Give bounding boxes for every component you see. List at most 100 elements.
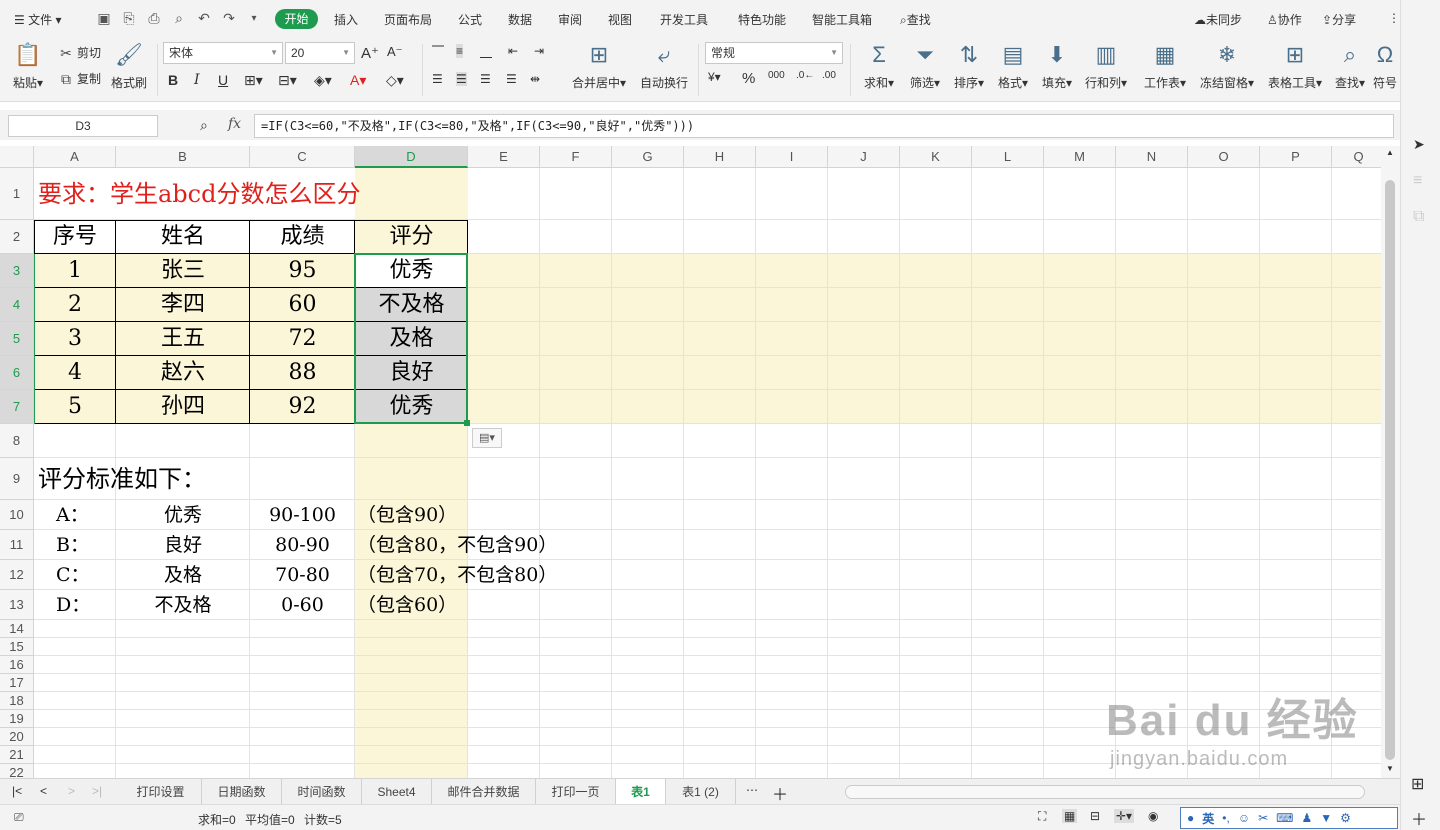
cell-f17[interactable] (540, 674, 612, 692)
row-header-16[interactable]: 16 (0, 656, 34, 674)
cell-l6[interactable] (972, 356, 1044, 390)
cell-k4[interactable] (900, 288, 972, 322)
cell-c20[interactable] (250, 728, 355, 746)
cell-k16[interactable] (900, 656, 972, 674)
cell-e19[interactable] (468, 710, 540, 728)
cell-i21[interactable] (756, 746, 828, 764)
cell-i4[interactable] (756, 288, 828, 322)
cell-j21[interactable] (828, 746, 900, 764)
cell-b14[interactable] (116, 620, 250, 638)
cut-button[interactable]: ✂ 剪切 (58, 44, 101, 61)
cell-d19[interactable] (355, 710, 468, 728)
cell-g4[interactable] (612, 288, 684, 322)
cell-l20[interactable] (972, 728, 1044, 746)
cell-q17[interactable] (1332, 674, 1381, 692)
cell-h7[interactable] (684, 390, 756, 424)
cell-m7[interactable] (1044, 390, 1116, 424)
cell-o14[interactable] (1188, 620, 1260, 638)
cell-h20[interactable] (684, 728, 756, 746)
cell-q21[interactable] (1332, 746, 1381, 764)
freeze-panes-button[interactable]: ❄ 冻结窗格▾ (1194, 42, 1260, 91)
tab-home[interactable]: 开始 (275, 9, 318, 29)
tab-insert[interactable]: 插入 (334, 11, 358, 28)
name-box[interactable]: D3 (8, 115, 158, 137)
cell-n17[interactable] (1116, 674, 1188, 692)
cell-f6[interactable] (540, 356, 612, 390)
settings-icon[interactable]: ⚙ (1340, 811, 1351, 825)
copy-button[interactable]: ⧉ 复制 (58, 70, 101, 87)
cell-a17[interactable] (34, 674, 116, 692)
cell-f3[interactable] (540, 254, 612, 288)
cell-h8[interactable] (684, 424, 756, 458)
cell-n10[interactable] (1116, 500, 1188, 530)
cell-p13[interactable] (1260, 590, 1332, 620)
add-panel-icon[interactable]: ＋ (1411, 806, 1427, 830)
justify-icon[interactable]: ☰ (506, 72, 517, 86)
customize-icon[interactable]: ▾ (245, 8, 263, 28)
cell-c15[interactable] (250, 638, 355, 656)
column-header-l[interactable]: L (972, 146, 1044, 168)
cell-n1[interactable] (1116, 168, 1188, 220)
cell-n7[interactable] (1116, 390, 1188, 424)
page-break-view-icon[interactable]: ⊟ (1090, 809, 1100, 823)
cell-h16[interactable] (684, 656, 756, 674)
cell-g15[interactable] (612, 638, 684, 656)
cell-q20[interactable] (1332, 728, 1381, 746)
cell-p10[interactable] (1260, 500, 1332, 530)
find-button[interactable]: ⌕ 查找▾ (1328, 42, 1372, 91)
cell-q11[interactable] (1332, 530, 1381, 560)
cell-k11[interactable] (900, 530, 972, 560)
cell-j9[interactable] (828, 458, 900, 500)
cell-d16[interactable] (355, 656, 468, 674)
cell-j7[interactable] (828, 390, 900, 424)
cell-n15[interactable] (1116, 638, 1188, 656)
cell-d15[interactable] (355, 638, 468, 656)
cell-i8[interactable] (756, 424, 828, 458)
cell-o22[interactable] (1188, 764, 1260, 778)
cell-i16[interactable] (756, 656, 828, 674)
cell-e21[interactable] (468, 746, 540, 764)
cell-d21[interactable] (355, 746, 468, 764)
zoom-formula-icon[interactable]: ⌕ (200, 117, 208, 134)
cell-q2[interactable] (1332, 220, 1381, 254)
sheet-tab[interactable]: 打印一页 (536, 779, 616, 805)
cell-o8[interactable] (1188, 424, 1260, 458)
row-header-6[interactable]: 6 (0, 356, 34, 390)
cell-l5[interactable] (972, 322, 1044, 356)
underline-icon[interactable]: U (218, 72, 228, 88)
sheet-tab[interactable]: 时间函数 (282, 779, 362, 805)
cell-b16[interactable] (116, 656, 250, 674)
cell-d14[interactable] (355, 620, 468, 638)
cell-i22[interactable] (756, 764, 828, 778)
cell-q14[interactable] (1332, 620, 1381, 638)
cell-d20[interactable] (355, 728, 468, 746)
cell-b19[interactable] (116, 710, 250, 728)
cell-p2[interactable] (1260, 220, 1332, 254)
worksheet-grid[interactable]: A B C D E F G H I J K L M N O P Q 1 2 3 4 5 6 7 8 9 10 11 12 13 14 15 16… (0, 146, 1381, 778)
cell-l15[interactable] (972, 638, 1044, 656)
tab-smart-tools[interactable]: 智能工具箱 (812, 11, 872, 28)
cell-l13[interactable] (972, 590, 1044, 620)
cell-j3[interactable] (828, 254, 900, 288)
cell-q7[interactable] (1332, 390, 1381, 424)
grid-apps-icon[interactable]: ⊞ (1411, 774, 1424, 794)
cell-j12[interactable] (828, 560, 900, 590)
cell-p18[interactable] (1260, 692, 1332, 710)
tools-icon[interactable]: ✂ (1258, 811, 1268, 825)
cell-k3[interactable] (900, 254, 972, 288)
sync-status[interactable]: ☁未同步 (1194, 11, 1242, 28)
cell-q13[interactable] (1332, 590, 1381, 620)
cell-d22[interactable] (355, 764, 468, 778)
save-icon[interactable]: ▣ (95, 8, 113, 28)
cell-n6[interactable] (1116, 356, 1188, 390)
cell-q22[interactable] (1332, 764, 1381, 778)
cell-p15[interactable] (1260, 638, 1332, 656)
cell-m12[interactable] (1044, 560, 1116, 590)
cell-j11[interactable] (828, 530, 900, 560)
cell-k8[interactable] (900, 424, 972, 458)
align-left-icon[interactable]: ☰ (432, 72, 443, 86)
cell-i6[interactable] (756, 356, 828, 390)
cell-i3[interactable] (756, 254, 828, 288)
cell-n21[interactable] (1116, 746, 1188, 764)
column-header-n[interactable]: N (1116, 146, 1188, 168)
